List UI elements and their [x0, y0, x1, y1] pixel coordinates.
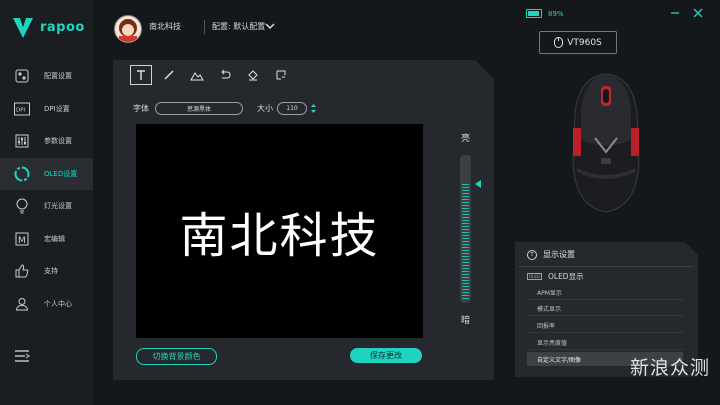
- minimize-icon[interactable]: [670, 8, 680, 18]
- sidebar-item-params[interactable]: 参数设置: [0, 125, 93, 158]
- pen-tool[interactable]: [158, 65, 180, 85]
- list-item[interactable]: APM显示: [537, 288, 562, 297]
- divider: [528, 299, 684, 300]
- sidebar-nav: 配置设置 DPI DPI设置 参数设置 OLED设置 灯光设置 M 宏编辑 支持: [0, 60, 93, 320]
- divider: [204, 20, 205, 34]
- t-circle-icon: T: [527, 249, 537, 260]
- brightness-slider[interactable]: [460, 155, 471, 303]
- divider: [528, 315, 684, 316]
- save-button[interactable]: 保存更改: [350, 348, 422, 363]
- battery-level: 89%: [548, 9, 564, 18]
- sidebar-item-label: 参数设置: [44, 137, 72, 146]
- font-size-label: 大小: [257, 104, 273, 113]
- device-model: VT960S: [567, 37, 602, 48]
- sidebar-item-profile[interactable]: 个人中心: [0, 288, 93, 321]
- thumb-icon: [14, 263, 30, 279]
- sidebar-item-support[interactable]: 支持: [0, 255, 93, 288]
- user-icon: [14, 296, 30, 312]
- image-icon: [190, 72, 204, 81]
- list-item[interactable]: 模式显示: [537, 304, 561, 313]
- svg-text:M: M: [18, 236, 26, 246]
- sidebar-item-dpi[interactable]: DPI DPI设置: [0, 93, 93, 126]
- sidebar-item-label: DPI设置: [44, 104, 70, 113]
- sliders-icon: [14, 133, 30, 149]
- watermark: 新浪众测: [630, 357, 711, 379]
- rapoo-logo: rapoo: [10, 14, 85, 40]
- divider: [528, 349, 684, 350]
- device-selector[interactable]: VT960S: [539, 31, 617, 54]
- sidebar-item-label: 个人中心: [44, 299, 72, 308]
- brand-name: rapoo: [40, 19, 85, 35]
- eraser-tool[interactable]: [242, 65, 264, 85]
- oled-preview-canvas[interactable]: 南北科技: [136, 124, 423, 338]
- clear-tool[interactable]: [270, 65, 292, 85]
- divider: [518, 266, 694, 267]
- profile-selector[interactable]: 配置: 默认配置: [212, 21, 265, 32]
- sidebar-item-oled[interactable]: OLED设置: [0, 157, 93, 190]
- battery-indicator: 89%: [526, 9, 564, 18]
- macro-icon: M: [14, 231, 30, 247]
- canvas-text: 南北科技: [179, 208, 380, 264]
- brightness-high-label: 亮: [461, 134, 471, 144]
- slider-pointer-icon[interactable]: [475, 180, 481, 188]
- sidebar-item-label: 配置设置: [44, 72, 72, 81]
- font-label: 字体: [133, 104, 149, 113]
- brightness-low-label: 暗: [461, 316, 471, 326]
- clear-canvas-icon: [276, 70, 286, 80]
- battery-icon: [526, 9, 542, 18]
- divider: [528, 332, 684, 333]
- oled-badge-icon: OLED: [527, 273, 542, 280]
- sidebar-item-label: 支持: [44, 267, 58, 276]
- eraser-icon: [248, 70, 258, 81]
- drawing-toolbar: [130, 65, 292, 85]
- switch-background-button[interactable]: 切换背景颜色: [136, 348, 217, 365]
- stepper-icon[interactable]: [310, 103, 317, 114]
- oled-display-section[interactable]: OLED OLED显示: [527, 271, 584, 282]
- list-item[interactable]: 回报率: [537, 321, 555, 330]
- bulb-icon: [14, 198, 30, 214]
- chevron-down-icon[interactable]: [265, 22, 275, 30]
- font-settings: 字体 思源黑体 大小 110: [133, 102, 317, 115]
- username: 南北科技: [149, 22, 181, 31]
- oled-icon: [14, 166, 30, 182]
- svg-text:DPI: DPI: [16, 107, 26, 113]
- mountain-tool[interactable]: [186, 65, 208, 85]
- sidebar: rapoo 配置设置 DPI DPI设置 参数设置 OLED设置 灯光设置 M …: [0, 0, 93, 405]
- mouse-image: [572, 73, 640, 213]
- sidebar-item-macro[interactable]: M 宏编辑: [0, 223, 93, 256]
- list-item-active[interactable]: 自定义文字/图像: [537, 355, 581, 364]
- text-icon: [137, 70, 145, 80]
- menu-icon[interactable]: [14, 349, 30, 363]
- display-settings-header: T 显示设置: [527, 249, 575, 260]
- font-size-input[interactable]: 110: [277, 102, 307, 115]
- text-tool[interactable]: [130, 65, 152, 85]
- sidebar-item-label: 宏编辑: [44, 234, 65, 243]
- sidebar-item-light[interactable]: 灯光设置: [0, 190, 93, 223]
- mouse-icon: [554, 37, 564, 48]
- sidebar-item-config[interactable]: 配置设置: [0, 60, 93, 93]
- sidebar-item-label: OLED设置: [44, 169, 78, 178]
- undo-tool[interactable]: [214, 65, 236, 85]
- config-icon: [14, 68, 30, 84]
- pen-icon: [164, 70, 174, 80]
- list-item[interactable]: 显示亮度值: [537, 338, 567, 347]
- undo-icon: [221, 69, 231, 79]
- avatar[interactable]: [114, 15, 142, 43]
- top-bar: 南北科技 配置: 默认配置: [93, 0, 720, 56]
- sidebar-item-label: 灯光设置: [44, 202, 72, 211]
- font-family-select[interactable]: 思源黑体: [155, 102, 243, 115]
- dpi-icon: DPI: [14, 101, 30, 117]
- display-settings-title: 显示设置: [543, 250, 575, 259]
- rapoo-v-icon: [13, 18, 33, 38]
- close-icon[interactable]: [693, 8, 703, 18]
- oled-section-label: OLED显示: [547, 272, 584, 281]
